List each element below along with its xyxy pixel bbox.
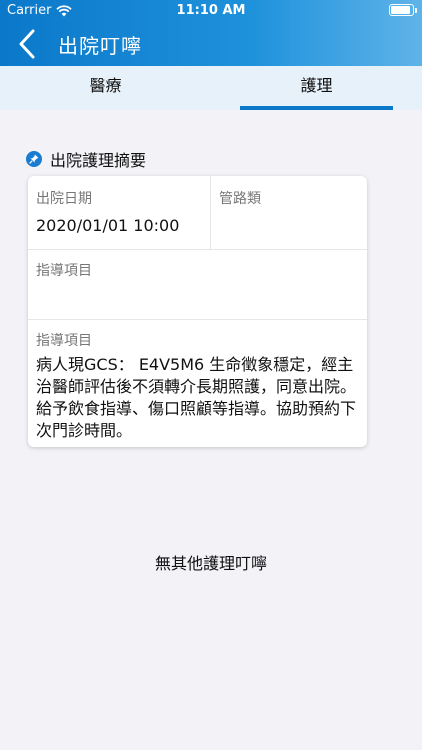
discharge-date-cell: 出院日期 2020/01/01 10:00 <box>28 176 211 250</box>
guidance-label-1: 指導項目 <box>36 263 92 279</box>
app-header: Carrier 11:10 AM 出院叮嚀 <box>0 0 422 66</box>
status-bar: Carrier 11:10 AM <box>0 0 422 22</box>
section-title: 出院護理摘要 <box>50 151 147 170</box>
tab-bar: 醫療 護理 <box>0 66 422 110</box>
chevron-left-icon <box>19 29 35 59</box>
tab-medical[interactable]: 醫療 <box>0 66 211 110</box>
catheter-cell: 管路類 <box>211 176 367 250</box>
section-header: 出院護理摘要 <box>26 147 146 171</box>
guidance-label-2: 指導項目 <box>36 333 92 349</box>
card-row-guidance-1: 指導項目 <box>28 250 367 320</box>
status-time: 11:10 AM <box>176 3 246 18</box>
navigation-bar: 出院叮嚀 <box>0 22 422 66</box>
empty-message: 無其他護理叮嚀 <box>154 554 267 573</box>
catheter-label: 管路類 <box>219 191 261 207</box>
discharge-date-label: 出院日期 <box>36 191 92 207</box>
pin-icon <box>26 151 42 167</box>
guidance-text: 病人現GCS： E4V5M6 生命徵象穩定，經主治醫師評估後不須轉介長期照護，同… <box>36 355 357 440</box>
tab-nursing[interactable]: 護理 <box>211 66 422 110</box>
card-row-guidance-2: 指導項目 病人現GCS： E4V5M6 生命徵象穩定，經主治醫師評估後不須轉介長… <box>28 320 367 447</box>
card-row-dates: 出院日期 2020/01/01 10:00 管路類 <box>28 176 367 250</box>
summary-card: 出院日期 2020/01/01 10:00 管路類 指導項目 指導項目 病人現G… <box>28 176 367 447</box>
back-button[interactable] <box>14 28 40 60</box>
battery-icon <box>389 4 417 16</box>
page-title: 出院叮嚀 <box>58 34 142 58</box>
discharge-date-value: 2020/01/01 10:00 <box>36 216 180 235</box>
